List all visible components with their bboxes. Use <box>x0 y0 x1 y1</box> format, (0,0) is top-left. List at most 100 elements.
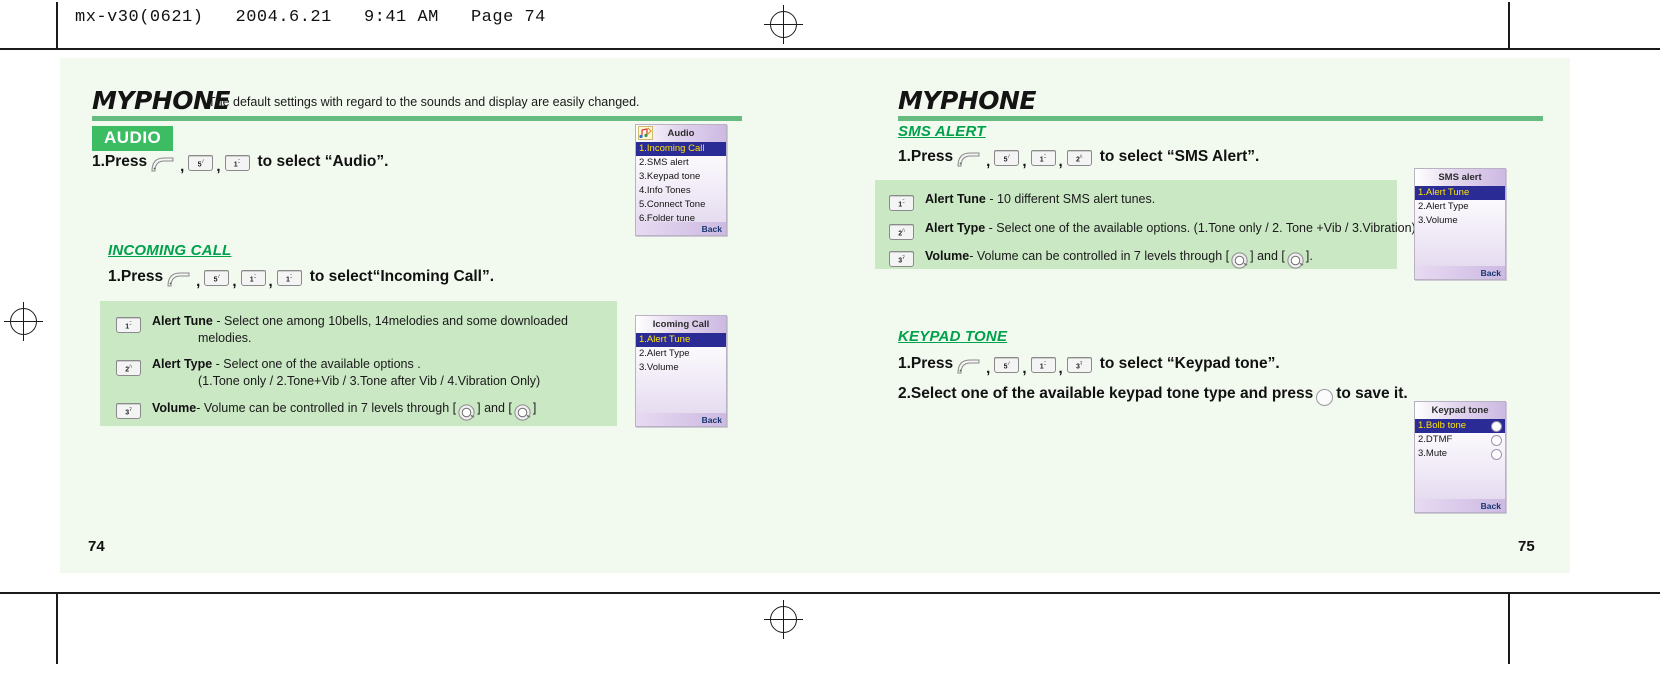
comma-2: , <box>232 272 237 290</box>
comma-1: , <box>180 157 185 175</box>
keypad-tone-phone-screen: Keypad tone 1.Bolb tone 2.DTMF 3.Mute Ba… <box>1414 401 1506 513</box>
menu-key-icon <box>150 156 176 172</box>
ic-alert-type-label: Alert Type <box>152 357 213 371</box>
audio-screen-item-5[interactable]: 6.Folder tune <box>636 212 726 226</box>
sms-alert-info-box: 1ﾆ Alert Tune - 10 different SMS alert t… <box>875 180 1416 269</box>
incoming-call-phone-screen: Icoming Call 1.Alert Tune 2.Alert Type 3… <box>635 315 727 427</box>
sms-volume-desc-a: - Volume can be controlled in 7 levels t… <box>969 248 1230 263</box>
sms-volume-desc-b: ] and [ <box>1250 248 1285 263</box>
nav-key-up-icon <box>1231 251 1248 269</box>
kp-screen-title-text: Keypad tone <box>1431 405 1489 416</box>
ic-volume-label: Volume <box>152 400 197 415</box>
ic-screen-item-0[interactable]: 1.Alert Tune <box>636 333 726 347</box>
incoming-call-heading: INCOMING CALL <box>108 242 232 259</box>
key-3-icon: 3ﾏ <box>1066 357 1092 373</box>
ic-step1-prefix: 1.Press <box>108 268 164 285</box>
ic-screen-item-2[interactable]: 3.Volume <box>636 361 726 375</box>
sms-screen-title-text: SMS alert <box>1438 172 1482 183</box>
comma-3: , <box>1058 152 1063 170</box>
crop-line-right-bottom <box>1508 594 1510 664</box>
key-5-icon: 5ﾉ <box>204 270 230 286</box>
print-header-text: mx-v30(0621) 2004.6.21 9:41 AM Page 74 <box>75 8 546 27</box>
audio-screen-item-1[interactable]: 2.SMS alert <box>636 156 726 170</box>
keypad-tone-step-1: 1.Press , 5ﾉ , 1ﾆ , 3ﾏ to select “Keypad… <box>898 355 1280 377</box>
ic-alert-type-text: Alert Type - Select one of the available… <box>152 356 540 390</box>
sms-alert-step-1: 1.Press , 5ﾉ , 1ﾆ , 2ﾊ to select “SMS Al… <box>898 148 1260 170</box>
crop-line-bottom <box>0 592 1660 594</box>
registration-mark-top <box>764 5 803 44</box>
key-1-icon-b: 1ﾆ <box>276 270 302 286</box>
ic-alert-tune-desc: - Select one among 10bells, 14melodies a… <box>212 314 568 328</box>
ic-alert-type-desc: - Select one of the available options . <box>212 357 421 371</box>
right-page-number: 75 <box>1518 538 1535 555</box>
kp-screen-item-2[interactable]: 3.Mute <box>1415 447 1505 461</box>
ic-volume-desc-b: ] and [ <box>477 400 512 415</box>
nav-key-down-icon <box>514 403 531 421</box>
comma-2: , <box>1022 152 1027 170</box>
kp-step1-suffix: to select “Keypad tone”. <box>1099 355 1280 372</box>
key-1-icon: 1ﾆ <box>116 315 141 333</box>
key-1-icon-a: 1ﾆ <box>240 270 266 286</box>
left-header-rule <box>92 116 742 121</box>
print-header: mx-v30(0621) 2004.6.21 9:41 AM Page 74 <box>0 0 1660 46</box>
sms-alert-type-desc: - Select one of the available options. (… <box>985 221 1416 235</box>
ic-screen-titlebar: Icoming Call <box>636 316 726 333</box>
radio-indicator-icon-0[interactable] <box>1491 421 1502 432</box>
kp-screen-list: 1.Bolb tone 2.DTMF 3.Mute <box>1415 419 1505 499</box>
crop-line-left-top <box>56 2 58 48</box>
sms-alert-phone-screen: SMS alert 1.Alert Tune 2.Alert Type 3.Vo… <box>1414 168 1506 280</box>
kp-screen-item-1[interactable]: 2.DTMF <box>1415 433 1505 447</box>
sms-screen-list: 1.Alert Tune 2.Alert Type 3.Volume <box>1415 186 1505 266</box>
audio-screen-item-2[interactable]: 3.Keypad tone <box>636 170 726 184</box>
kp-step1-prefix: 1.Press <box>898 355 954 372</box>
audio-step1-prefix: 1.Press <box>92 153 148 170</box>
sms-row-volume: 3ﾏ Volume - Volume can be controlled in … <box>889 247 1399 269</box>
incoming-call-info-box: 1ﾆ Alert Tune - Select one among 10bells… <box>100 301 617 426</box>
key-2-icon: 2ﾊ <box>116 358 141 376</box>
key-2-icon: 2ﾊ <box>889 222 914 240</box>
ic-step1-suffix: to select“Incoming Call”. <box>309 268 494 285</box>
sms-step1-suffix: to select “SMS Alert”. <box>1099 148 1260 165</box>
comma-1: , <box>986 152 991 170</box>
sms-alert-tune-desc: - 10 different SMS alert tunes. <box>985 192 1156 206</box>
sms-alert-type-label: Alert Type <box>925 221 986 235</box>
manual-page: MYPHONE The default settings with regard… <box>60 58 1570 573</box>
audio-screen-item-4[interactable]: 5.Connect Tone <box>636 198 726 212</box>
sms-volume-desc-c: ]. <box>1305 248 1313 263</box>
audio-screen-titlebar: Audio <box>636 125 726 142</box>
left-brand-subtitle: The default settings with regard to the … <box>208 95 640 109</box>
sms-alert-heading: SMS ALERT <box>898 123 986 140</box>
keypad-tone-step-2: 2.Select one of the available keypad ton… <box>898 385 1408 406</box>
sms-screen-item-0[interactable]: 1.Alert Tune <box>1415 186 1505 200</box>
kp-screen-softkey[interactable]: Back <box>1415 499 1505 512</box>
ic-alert-type-desc2: (1.Tone only / 2.Tone+Vib / 3.Tone after… <box>198 374 541 388</box>
sms-alert-tune-text: Alert Tune - 10 different SMS alert tune… <box>925 191 1155 208</box>
sms-screen-titlebar: SMS alert <box>1415 169 1505 186</box>
key-1-icon: 1ﾆ <box>1030 357 1056 373</box>
audio-screen-item-0[interactable]: 1.Incoming Call <box>636 142 726 156</box>
kp-screen-item-0[interactable]: 1.Bolb tone <box>1415 419 1505 433</box>
sms-screen-item-2[interactable]: 3.Volume <box>1415 214 1505 228</box>
sms-row-alert-type: 2ﾊ Alert Type - Select one of the availa… <box>889 220 1416 240</box>
ic-screen-item-1[interactable]: 2.Alert Type <box>636 347 726 361</box>
sms-screen-softkey[interactable]: Back <box>1415 266 1505 279</box>
sms-screen-item-1[interactable]: 2.Alert Type <box>1415 200 1505 214</box>
kp-screen-item-0-label: 1.Bolb tone <box>1418 420 1467 431</box>
ic-volume-text: Volume - Volume can be controlled in 7 l… <box>152 400 536 421</box>
ic-screen-softkey[interactable]: Back <box>636 413 726 426</box>
comma-1: , <box>986 359 991 377</box>
key-3-icon: 3ﾏ <box>116 401 141 419</box>
audio-screen-item-3[interactable]: 4.Info Tones <box>636 184 726 198</box>
left-page-number: 74 <box>88 538 105 555</box>
key-5-icon: 5ﾉ <box>994 357 1020 373</box>
audio-step-1: 1.Press , 5ﾉ , 1ﾆ to select “Audio”. <box>92 153 388 175</box>
ic-row-alert-type: 2ﾊ Alert Type - Select one of the availa… <box>116 356 606 390</box>
radio-indicator-icon-2[interactable] <box>1491 449 1502 460</box>
kp-step2-prefix: 2.Select one of the available keypad ton… <box>898 385 1314 402</box>
crop-line-top <box>0 48 1660 50</box>
menu-key-icon <box>956 151 982 167</box>
radio-indicator-icon-1[interactable] <box>1491 435 1502 446</box>
comma-2: , <box>1022 359 1027 377</box>
audio-phone-screen: Audio 1.Incoming Call 2.SMS alert 3.Keyp… <box>635 124 727 236</box>
ok-key-icon <box>1316 388 1334 406</box>
